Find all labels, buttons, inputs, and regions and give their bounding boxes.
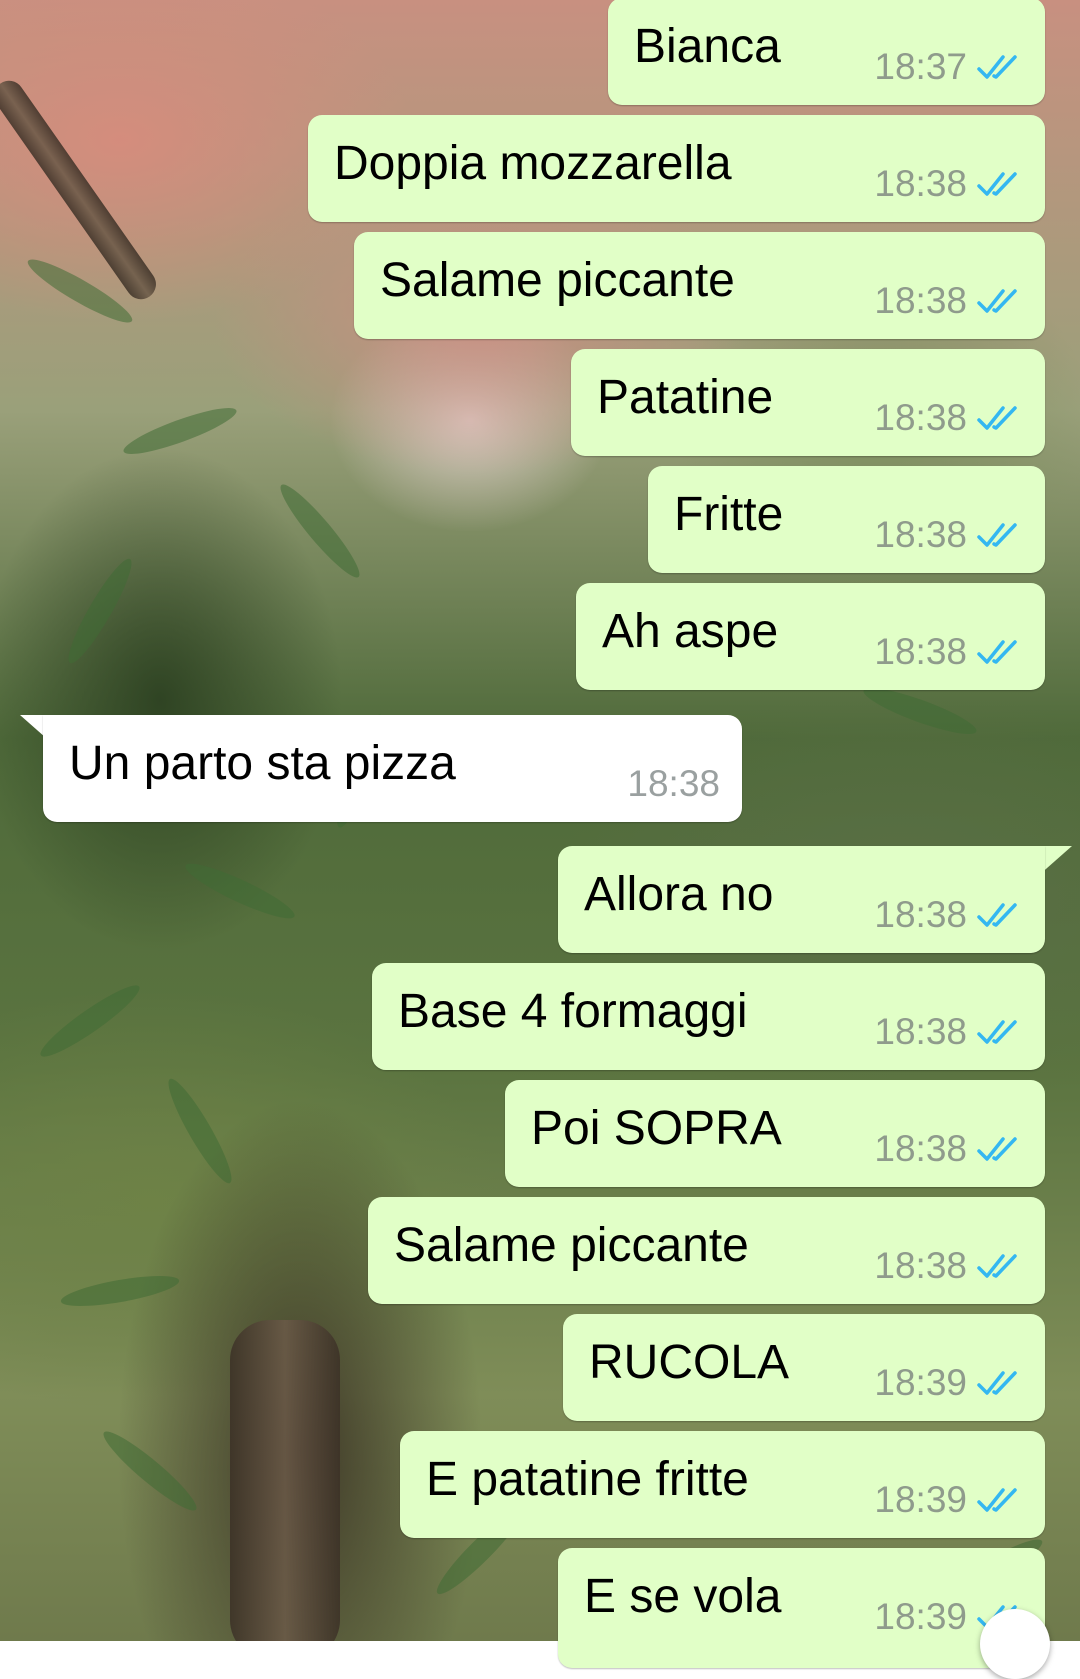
message-meta: 18:38 xyxy=(874,164,1023,204)
message-bubble-outgoing[interactable]: E se vola 18:39 xyxy=(558,1548,1045,1668)
message-text: Poi SOPRA xyxy=(531,1102,782,1155)
message-time: 18:38 xyxy=(874,514,967,555)
message-bubble-outgoing[interactable]: Fritte 18:38 xyxy=(648,466,1045,573)
double-check-icon xyxy=(977,55,1017,79)
message-text: Doppia mozzarella xyxy=(334,137,732,190)
message-text: Fritte xyxy=(674,488,784,541)
message-time: 18:38 xyxy=(874,894,967,935)
message-time: 18:37 xyxy=(874,46,967,87)
message-time: 18:38 xyxy=(627,763,720,804)
message-list[interactable]: Bianca 18:37 Doppia mozzarella 18:38 Sal… xyxy=(0,0,1080,1679)
message-time: 18:39 xyxy=(874,1362,967,1403)
message-bubble-incoming[interactable]: Un parto sta pizza 18:38 xyxy=(43,715,742,822)
message-text: Salame piccante xyxy=(394,1219,749,1272)
message-bubble-outgoing[interactable]: Salame piccante 18:38 xyxy=(368,1197,1045,1304)
double-check-icon xyxy=(977,172,1017,196)
message-bubble-outgoing[interactable]: Salame piccante 18:38 xyxy=(354,232,1045,339)
message-time: 18:38 xyxy=(874,1011,967,1052)
message-text: Allora no xyxy=(584,868,774,921)
double-check-icon xyxy=(977,640,1017,664)
double-check-icon xyxy=(977,523,1017,547)
message-text: Base 4 formaggi xyxy=(398,985,748,1038)
message-time: 18:39 xyxy=(874,1479,967,1520)
double-check-icon xyxy=(977,289,1017,313)
message-meta: 18:39 xyxy=(874,1363,1023,1403)
message-bubble-outgoing[interactable]: Doppia mozzarella 18:38 xyxy=(308,115,1045,222)
message-bubble-outgoing[interactable]: E patatine fritte 18:39 xyxy=(400,1431,1045,1538)
message-bubble-outgoing[interactable]: Allora no 18:38 xyxy=(558,846,1045,953)
message-text: Un parto sta pizza xyxy=(69,737,456,790)
message-time: 18:38 xyxy=(874,163,967,204)
double-check-icon xyxy=(977,406,1017,430)
message-meta: 18:38 xyxy=(874,632,1023,672)
message-bubble-outgoing[interactable]: RUCOLA 18:39 xyxy=(563,1314,1045,1421)
message-meta: 18:39 xyxy=(874,1480,1023,1520)
message-text: E se vola xyxy=(584,1570,782,1623)
message-bubble-outgoing[interactable]: Ah aspe 18:38 xyxy=(576,583,1045,690)
message-meta: 18:38 xyxy=(874,281,1023,321)
double-check-icon xyxy=(977,903,1017,927)
message-meta: 18:38 xyxy=(874,1129,1023,1169)
message-bubble-outgoing[interactable]: Base 4 formaggi 18:38 xyxy=(372,963,1045,1070)
message-bubble-outgoing[interactable]: Patatine 18:38 xyxy=(571,349,1045,456)
message-time: 18:38 xyxy=(874,280,967,321)
message-meta: 18:38 xyxy=(874,515,1023,555)
message-meta: 18:38 xyxy=(874,895,1023,935)
message-text: Salame piccante xyxy=(380,254,735,307)
message-meta: 18:38 xyxy=(627,764,720,804)
message-meta: 18:38 xyxy=(874,398,1023,438)
message-text: E patatine fritte xyxy=(426,1453,749,1506)
double-check-icon xyxy=(977,1254,1017,1278)
message-meta: 18:37 xyxy=(874,47,1023,87)
message-time: 18:38 xyxy=(874,397,967,438)
scroll-down-button[interactable] xyxy=(980,1609,1050,1679)
message-text: Patatine xyxy=(597,371,774,424)
message-bubble-outgoing[interactable]: Poi SOPRA 18:38 xyxy=(505,1080,1045,1187)
message-bubble-outgoing[interactable]: Bianca 18:37 xyxy=(608,0,1045,105)
double-check-icon xyxy=(977,1020,1017,1044)
message-meta: 18:38 xyxy=(874,1246,1023,1286)
message-meta: 18:38 xyxy=(874,1012,1023,1052)
double-check-icon xyxy=(977,1488,1017,1512)
message-time: 18:38 xyxy=(874,631,967,672)
message-text: Ah aspe xyxy=(602,605,779,658)
double-check-icon xyxy=(977,1371,1017,1395)
message-text: Bianca xyxy=(634,20,781,73)
message-text: RUCOLA xyxy=(589,1336,790,1389)
double-check-icon xyxy=(977,1137,1017,1161)
message-time: 18:38 xyxy=(874,1245,967,1286)
message-time: 18:38 xyxy=(874,1128,967,1169)
message-time: 18:39 xyxy=(874,1596,967,1637)
